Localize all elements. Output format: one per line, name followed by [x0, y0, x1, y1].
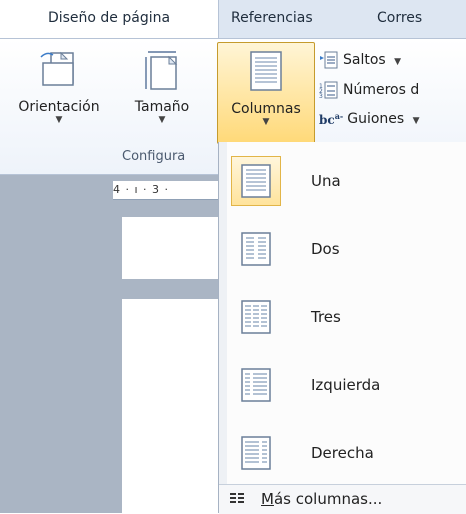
- columns-icon: [250, 51, 282, 91]
- chevron-down-icon: ▼: [412, 116, 420, 126]
- left-column-icon: [241, 368, 271, 402]
- hyphenation-button[interactable]: bca- Guiones ▼: [319, 111, 420, 133]
- chevron-down-icon: ▼: [158, 115, 166, 125]
- more-columns-button[interactable]: Más columnas...: [219, 484, 466, 514]
- more-columns-icon: [230, 493, 244, 503]
- one-column-thumb: [231, 156, 281, 206]
- two-columns-thumb: [231, 224, 281, 274]
- line-numbers-icon: 1 2 3: [319, 81, 338, 99]
- one-column-icon: [241, 164, 271, 198]
- tab-mailings[interactable]: Corres: [377, 0, 422, 38]
- menu-item-label: Una: [311, 172, 341, 190]
- hyphenation-icon: bca-: [319, 111, 344, 127]
- chevron-down-icon: ▼: [394, 57, 402, 67]
- right-column-thumb: [231, 428, 281, 478]
- three-columns-icon: [241, 300, 271, 334]
- page-size-icon: [145, 51, 178, 90]
- svg-text:3: 3: [319, 93, 323, 99]
- chevron-down-icon: ▼: [262, 117, 270, 127]
- columns-button[interactable]: Columnas ▼: [217, 42, 315, 144]
- hyphenation-label: Guiones: [347, 111, 405, 127]
- menu-item-left-column[interactable]: Izquierda: [225, 354, 461, 416]
- orientation-label: Orientación: [18, 99, 100, 115]
- menu-item-two-columns[interactable]: Dos: [225, 218, 461, 280]
- tab-page-layout[interactable]: Diseño de página: [0, 0, 219, 38]
- tab-references[interactable]: Referencias: [231, 0, 313, 38]
- group-label-page-setup: Configura: [122, 149, 186, 164]
- orientation-button[interactable]: Orientación ▼: [4, 49, 114, 125]
- horizontal-ruler[interactable]: 4 · ı · 3 ·: [113, 181, 218, 200]
- left-column-thumb: [231, 360, 281, 410]
- size-button[interactable]: Tamaño ▼: [119, 49, 205, 125]
- columns-dropdown-menu: Una Dos Tres Izquierda Derecha Más colum…: [218, 142, 466, 514]
- document-page[interactable]: [122, 217, 218, 279]
- more-columns-label: Más columnas...: [261, 485, 382, 513]
- breaks-icon: [320, 51, 338, 69]
- two-columns-icon: [241, 232, 271, 266]
- three-columns-thumb: [231, 292, 281, 342]
- line-numbers-button[interactable]: 1 2 3 Números d: [319, 81, 419, 103]
- document-page[interactable]: [122, 299, 218, 513]
- menu-item-right-column[interactable]: Derecha: [225, 422, 461, 484]
- document-area: 4 · ı · 3 ·: [0, 175, 218, 513]
- menu-item-label: Tres: [311, 308, 341, 326]
- breaks-label: Saltos: [343, 52, 386, 68]
- line-numbers-label: Números d: [343, 82, 420, 98]
- menu-item-label: Derecha: [311, 444, 374, 462]
- menu-item-label: Dos: [311, 240, 340, 258]
- menu-item-three-columns[interactable]: Tres: [225, 286, 461, 348]
- chevron-down-icon: ▼: [55, 115, 63, 125]
- right-column-icon: [241, 436, 271, 470]
- columns-label: Columnas: [231, 101, 301, 117]
- menu-item-label: Izquierda: [311, 376, 381, 394]
- breaks-button[interactable]: Saltos ▼: [319, 51, 401, 73]
- access-key-letter: M: [261, 490, 274, 508]
- ribbon-tab-bar: Diseño de página Referencias Corres: [0, 0, 466, 39]
- size-label: Tamaño: [134, 99, 190, 115]
- more-columns-text: ás columnas...: [273, 490, 383, 508]
- menu-item-one-column[interactable]: Una: [225, 150, 461, 212]
- orientation-icon: [40, 51, 74, 86]
